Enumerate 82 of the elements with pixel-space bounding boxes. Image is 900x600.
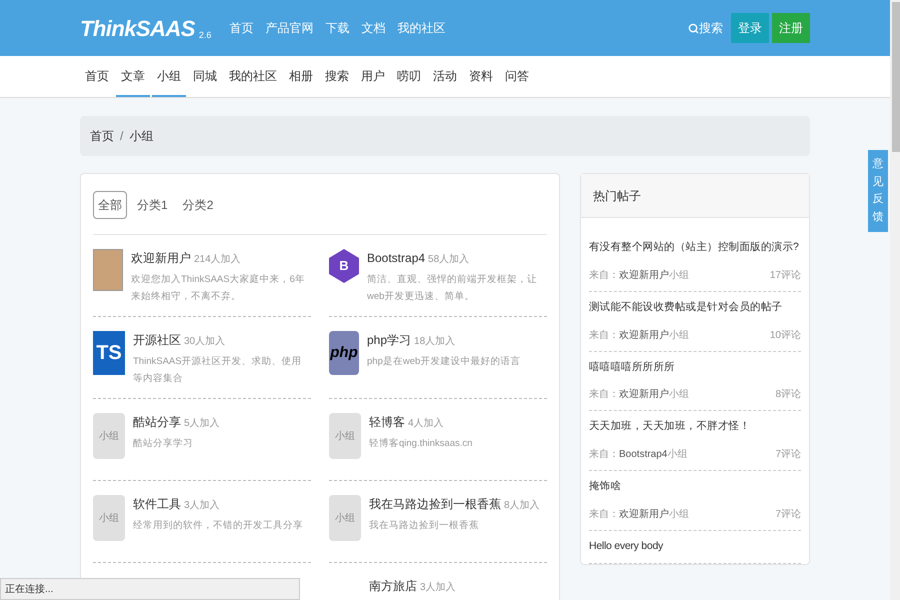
group-name[interactable]: php学习: [367, 331, 412, 349]
nav-tab[interactable]: 小组: [152, 56, 186, 97]
group-description: 欢迎您加入ThinkSAAS大家庭中来，6年来始终相守，不离不弃。: [131, 273, 306, 304]
card-title: 热门帖子: [593, 188, 641, 204]
filter-tab[interactable]: 全部: [93, 191, 127, 219]
source-label: 来自：: [589, 268, 619, 283]
member-count: 18人加入: [414, 334, 456, 349]
group-name[interactable]: 轻博客: [369, 413, 405, 431]
comment-count: 7评论: [775, 508, 801, 522]
version-label: 2.6: [198, 28, 212, 42]
status-bar: 正在连接...: [0, 578, 300, 600]
nav-tab[interactable]: 搜索: [320, 56, 354, 97]
group-name[interactable]: Bootstrap4: [367, 249, 426, 267]
group-name[interactable]: 欢迎新用户: [131, 249, 191, 267]
member-count: 30人加入: [184, 334, 226, 349]
post-title[interactable]: Hello every body: [589, 538, 801, 554]
php-logo: php: [329, 331, 359, 375]
placeholder-label: 小组: [335, 512, 355, 526]
hexagon-logo: B: [329, 249, 359, 283]
group-link[interactable]: 欢迎新用户: [619, 506, 669, 522]
filter-tab[interactable]: 分类1: [132, 191, 173, 219]
member-count: 8人加入: [504, 498, 540, 513]
group-suffix: 小组: [669, 508, 689, 522]
nav-tab[interactable]: 资料: [464, 56, 498, 97]
comment-count: 7评论: [775, 448, 801, 462]
group-name[interactable]: 南方旅店: [369, 577, 417, 595]
nav-tab[interactable]: 用户: [356, 56, 390, 97]
nav-tab[interactable]: 相册: [284, 56, 318, 97]
source-label: 来自：: [589, 388, 619, 402]
post-title[interactable]: 天天加班，天天加班，不胖才怪！: [589, 419, 801, 435]
nav-tab[interactable]: 问答: [500, 56, 534, 97]
source-label: 来自：: [589, 328, 619, 342]
search-icon: [688, 22, 699, 34]
group-name[interactable]: 我在马路边捡到一根香蕉: [369, 495, 501, 513]
nav-tab[interactable]: 活动: [428, 56, 462, 97]
post-title[interactable]: 嘻嘻嘻嘻所所所所: [589, 360, 801, 376]
member-count: 3人加入: [184, 498, 220, 513]
post-title[interactable]: 测试能不能设收费帖或是针对会员的帖子: [589, 300, 801, 316]
post-title[interactable]: 有没有整个网站的（站主）控制面版的演示?: [589, 240, 801, 256]
nav-tab[interactable]: 文章: [116, 56, 150, 97]
ts-logo: TS: [93, 331, 125, 375]
member-count: 5人加入: [184, 416, 220, 431]
member-count: 214人加入: [194, 252, 241, 267]
group-link[interactable]: 欢迎新用户: [619, 387, 669, 402]
nav-tab[interactable]: 同城: [188, 56, 222, 97]
member-count: 58人加入: [428, 252, 470, 267]
group-description: 我在马路边捡到一根香蕉: [369, 519, 480, 533]
nav-tab[interactable]: 我的社区: [224, 56, 282, 97]
group-description: 经常用到的软件，不错的开发工具分享: [133, 519, 303, 533]
source-label: 来自：: [589, 448, 619, 462]
group-link[interactable]: 欢迎新用户: [619, 268, 669, 283]
nav-tab[interactable]: 首页: [80, 56, 114, 97]
comment-count: 8评论: [775, 388, 801, 402]
comment-count: 17评论: [770, 268, 801, 283]
group-description: ThinkSAAS开源社区开发、求助、使用等内容集合: [133, 355, 303, 386]
filter-tab[interactable]: 分类2: [178, 191, 218, 219]
member-count: 3人加入: [420, 580, 456, 595]
breadcrumb-link[interactable]: 小组: [129, 127, 154, 145]
group-name[interactable]: 软件工具: [133, 495, 181, 513]
post-title[interactable]: 掩饰啥: [589, 479, 801, 495]
source-label: 来自：: [589, 508, 619, 522]
placeholder-label: 小组: [99, 512, 119, 526]
group-suffix: 小组: [667, 448, 688, 462]
member-count: 4人加入: [408, 416, 444, 431]
placeholder-label: 小组: [99, 430, 119, 444]
group-link[interactable]: Bootstrap4: [619, 447, 668, 462]
nav-tab[interactable]: 唠叨: [392, 56, 426, 97]
group-suffix: 小组: [669, 328, 689, 342]
group-description: 酷站分享学习: [133, 437, 194, 451]
breadcrumb-separator: /: [120, 128, 124, 145]
placeholder-label: 小组: [335, 430, 355, 444]
group-suffix: 小组: [669, 388, 689, 402]
group-suffix: 小组: [669, 268, 689, 283]
group-description: 简洁、直观、强悍的前端开发框架，让web开发更迅速、简单。: [367, 273, 538, 304]
group-name[interactable]: 酷站分享: [133, 413, 181, 431]
group-description: 轻博客qing.thinksaas.cn: [369, 437, 472, 451]
photo-placeholder: [93, 249, 123, 291]
group-description: php是在web开发建设中最好的语言: [367, 355, 520, 369]
comment-count: 10评论: [770, 328, 801, 342]
breadcrumb-link[interactable]: 首页: [90, 127, 114, 145]
group-name[interactable]: 开源社区: [133, 331, 181, 349]
group-link[interactable]: 欢迎新用户: [619, 328, 669, 342]
